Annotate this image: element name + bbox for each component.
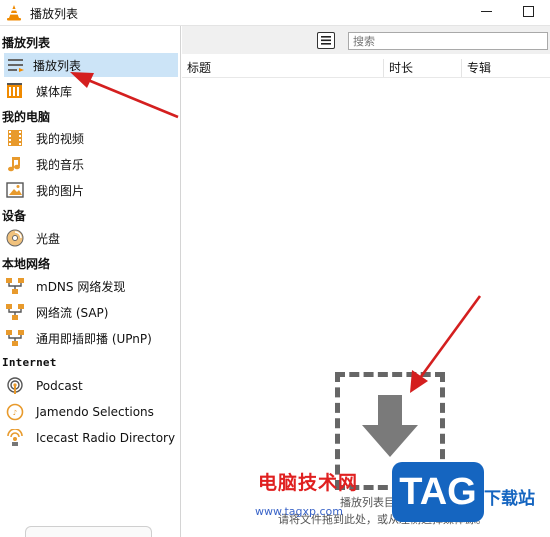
column-header-album[interactable]: 专辑	[462, 59, 550, 77]
sidebar-item-playlist[interactable]: 播放列表	[4, 53, 178, 77]
network-icon	[4, 301, 26, 323]
sidebar-item-my-videos[interactable]: 我的视频	[4, 126, 178, 150]
sidebar-item-sap[interactable]: 网络流 (SAP)	[4, 300, 178, 324]
download-arrow-icon	[362, 395, 418, 457]
sidebar-item-icecast[interactable]: Icecast Radio Directory	[4, 426, 178, 450]
network-icon	[4, 327, 26, 349]
playlist-icon	[5, 54, 27, 76]
disc-icon	[4, 227, 26, 249]
sidebar-item-label: 光盘	[36, 231, 61, 246]
sidebar-item-my-pictures[interactable]: 我的图片	[4, 178, 178, 202]
sidebar-item-my-music[interactable]: 我的音乐	[4, 152, 178, 176]
section-heading-playlist: 播放列表	[2, 36, 51, 50]
sidebar-item-label: 我的视频	[36, 131, 85, 146]
podcast-icon	[4, 375, 26, 397]
media-library-icon	[4, 80, 26, 102]
sidebar-item-mdns[interactable]: mDNS 网络发现	[4, 274, 178, 298]
section-heading-my-computer: 我的电脑	[2, 110, 51, 124]
vlc-cone-icon	[7, 5, 21, 21]
maximize-button[interactable]	[523, 6, 534, 17]
playlist-view-toggle-button[interactable]	[317, 32, 335, 49]
watermark-logo-tail: 下载站	[484, 489, 535, 509]
icecast-icon	[4, 427, 26, 449]
playlist-toolbar	[182, 26, 550, 54]
music-note-icon	[4, 153, 26, 175]
sidebar-item-label: Podcast	[36, 379, 83, 393]
sidebar-item-podcast[interactable]: Podcast	[4, 374, 178, 398]
title-bar: 播放列表	[0, 0, 550, 26]
sidebar-item-disc[interactable]: 光盘	[4, 226, 178, 250]
column-header-duration[interactable]: 时长	[384, 59, 462, 77]
network-icon	[4, 275, 26, 297]
sidebar-item-label: 播放列表	[33, 58, 82, 73]
jamendo-icon: ♪	[4, 401, 26, 423]
sidebar-item-label: 媒体库	[36, 84, 73, 99]
watermark-site-name: 电脑技术网	[258, 472, 359, 494]
sidebar-item-label: 网络流 (SAP)	[36, 305, 109, 320]
column-header-title[interactable]: 标题	[182, 59, 384, 77]
sidebar: 播放列表 播放列表 媒体库 我的电脑 我的视频 我的音乐 我的图片 设备 光盘 …	[0, 26, 181, 537]
sidebar-item-label: Jamendo Selections	[36, 405, 154, 419]
sidebar-item-label: 通用即插即播 (UPnP)	[36, 331, 152, 346]
film-icon	[4, 127, 26, 149]
section-heading-devices: 设备	[2, 209, 27, 223]
sidebar-item-label: 我的图片	[36, 183, 85, 198]
playlist-table-header: 标题 时长 专辑	[182, 56, 550, 78]
tag-logo: TAG	[392, 462, 484, 522]
sidebar-item-label: 我的音乐	[36, 157, 85, 172]
list-view-icon	[321, 36, 331, 45]
sidebar-bottom-tab[interactable]	[25, 526, 152, 537]
sidebar-item-label: Icecast Radio Directory	[36, 431, 176, 445]
window-title: 播放列表	[30, 7, 79, 21]
search-input[interactable]	[348, 32, 548, 50]
sidebar-item-label: mDNS 网络发现	[36, 279, 126, 294]
picture-icon	[4, 179, 26, 201]
sidebar-item-media-library[interactable]: 媒体库	[4, 79, 178, 103]
watermark-url: www.tagxp.com	[255, 505, 343, 518]
sidebar-item-jamendo[interactable]: ♪ Jamendo Selections	[4, 400, 178, 424]
sidebar-item-upnp[interactable]: 通用即插即播 (UPnP)	[4, 326, 178, 350]
minimize-button[interactable]	[481, 11, 492, 12]
section-heading-internet: Internet	[2, 356, 57, 369]
section-heading-local-network: 本地网络	[2, 257, 51, 271]
svg-text:♪: ♪	[13, 409, 17, 417]
